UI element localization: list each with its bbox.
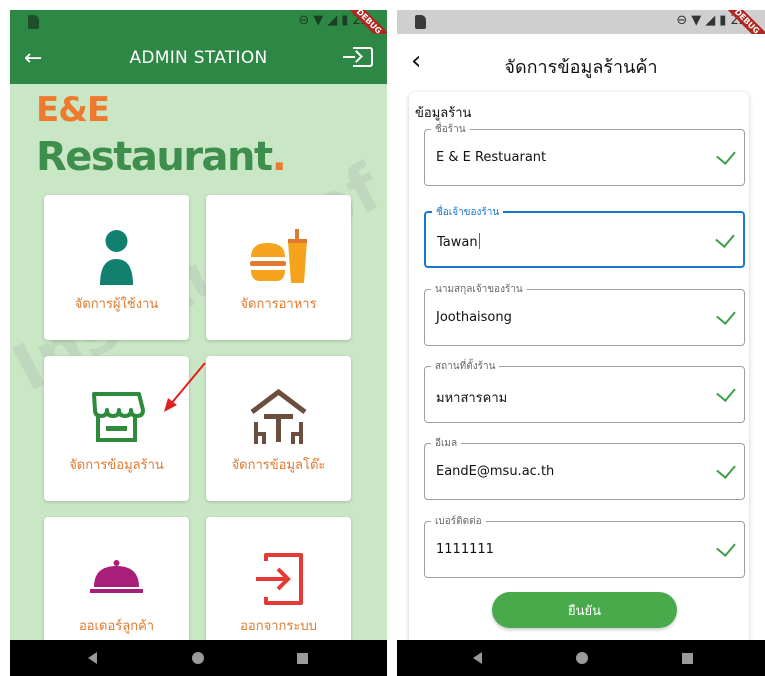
tile-manage-users[interactable]: จัดการผู้ใช้งาน: [44, 195, 189, 340]
tile-label: จัดการอาหาร: [240, 297, 317, 312]
owner-first-name-field[interactable]: ชื่อเจ้าของร้าน Tawan: [424, 205, 745, 268]
nav-recents-button[interactable]: [667, 640, 707, 676]
field-label: สถานที่ตั้งร้าน: [431, 359, 500, 374]
brand-line-2: Restaurant.: [36, 134, 287, 180]
field-value: Joothaisong: [436, 310, 512, 325]
field-value: มหาสารคาม: [436, 391, 508, 406]
tile-manage-tables[interactable]: จัดการข้อมูลโต๊ะ: [206, 356, 351, 501]
store-name-field[interactable]: ชื่อร้าน E & E Restuarant: [424, 122, 745, 186]
status-bar: ⊖ ▼ ◢ ▮ 22 DEBUG: [397, 10, 765, 54]
confirm-button[interactable]: ยืนยัน: [492, 592, 677, 628]
store-info-screen: ⊖ ▼ ◢ ▮ 22 DEBUG ‹ จัดการข้อมูลร้านค้า ข…: [397, 10, 765, 676]
tile-label: จัดการข้อมูลร้าน: [69, 458, 164, 473]
cloche-icon: [90, 560, 143, 593]
home-circle-icon: [576, 652, 588, 664]
logout-icon: [256, 553, 303, 605]
brand-name: Restaurant: [36, 134, 273, 180]
check-icon: [716, 537, 736, 557]
back-triangle-icon: [87, 652, 97, 664]
wifi-icon: ▼: [691, 13, 702, 28]
owner-last-name-field[interactable]: นามสกุลเจ้าของร้าน Joothaisong: [424, 282, 745, 346]
check-icon: [716, 382, 736, 402]
field-label: อีเมล: [431, 436, 462, 451]
tile-label: ออเดอร์ลูกค้า: [78, 619, 155, 634]
person-icon: [100, 230, 133, 285]
red-arrow-icon: [164, 362, 206, 412]
check-icon: [715, 228, 735, 248]
admin-station-screen: ⊖ ▼ ◢ ▮ 22 DEBUG ← ADMIN STATION Institu…: [10, 10, 387, 676]
check-icon: [716, 459, 736, 479]
home-circle-icon: [192, 652, 204, 664]
sim-card-icon: [28, 15, 39, 29]
brand-dot: .: [271, 134, 287, 180]
back-triangle-icon: [472, 652, 482, 664]
signal-icon: ◢: [705, 13, 716, 28]
section-title: ข้อมูลร้าน: [415, 106, 472, 121]
field-value: E & E Restuarant: [436, 150, 547, 165]
page-title: จัดการข้อมูลร้านค้า: [504, 57, 658, 78]
email-field[interactable]: อีเมล EandE@msu.ac.th: [424, 436, 745, 500]
tile-label: จัดการข้อมูลโต๊ะ: [231, 458, 326, 473]
nav-home-button[interactable]: [562, 640, 602, 676]
app-bar: ← ADMIN STATION: [10, 34, 387, 84]
system-navigation-bar: [397, 640, 765, 676]
recents-square-icon: [681, 652, 693, 664]
dnd-icon: ⊖: [298, 13, 310, 28]
phone-number-field[interactable]: เบอร์ติดต่อ 1111111: [424, 514, 745, 578]
dnd-icon: ⊖: [676, 13, 688, 28]
check-icon: [716, 305, 736, 325]
wifi-icon: ▼: [313, 13, 324, 28]
tile-label: จัดการผู้ใช้งาน: [74, 297, 159, 312]
table-house-icon: [250, 388, 307, 444]
field-label: นามสกุลเจ้าของร้าน: [431, 282, 527, 297]
system-navigation-bar: [10, 640, 387, 676]
app-bar-title: ADMIN STATION: [129, 48, 268, 68]
nav-recents-button[interactable]: [282, 640, 322, 676]
nav-back-button[interactable]: [457, 640, 497, 676]
battery-icon: ▮: [341, 13, 349, 28]
tile-label: ออกจากระบบ: [240, 619, 317, 634]
tile-manage-food[interactable]: จัดการอาหาร: [206, 195, 351, 340]
field-label: เบอร์ติดต่อ: [431, 514, 486, 529]
field-label: ชื่อเจ้าของร้าน: [432, 205, 504, 220]
nav-back-button[interactable]: [72, 640, 112, 676]
status-bar: ⊖ ▼ ◢ ▮ 22 DEBUG: [10, 10, 387, 54]
signal-icon: ◢: [327, 13, 338, 28]
burger-drink-icon: [250, 229, 307, 283]
field-value: Tawan: [437, 235, 478, 250]
check-icon: [716, 145, 736, 165]
exit-icon[interactable]: [343, 47, 373, 67]
app-bar: ‹ จัดการข้อมูลร้านค้า: [397, 34, 765, 92]
field-label: ชื่อร้าน: [431, 122, 470, 137]
brand-line-1: E&E: [36, 90, 110, 130]
text-cursor: [478, 233, 480, 249]
recents-square-icon: [296, 652, 308, 664]
field-value: EandE@msu.ac.th: [436, 464, 555, 479]
nav-home-button[interactable]: [178, 640, 218, 676]
store-location-field[interactable]: สถานที่ตั้งร้าน มหาสารคาม: [424, 359, 745, 423]
battery-icon: ▮: [719, 13, 727, 28]
sim-card-icon: [415, 15, 426, 29]
field-value: 1111111: [436, 542, 494, 557]
